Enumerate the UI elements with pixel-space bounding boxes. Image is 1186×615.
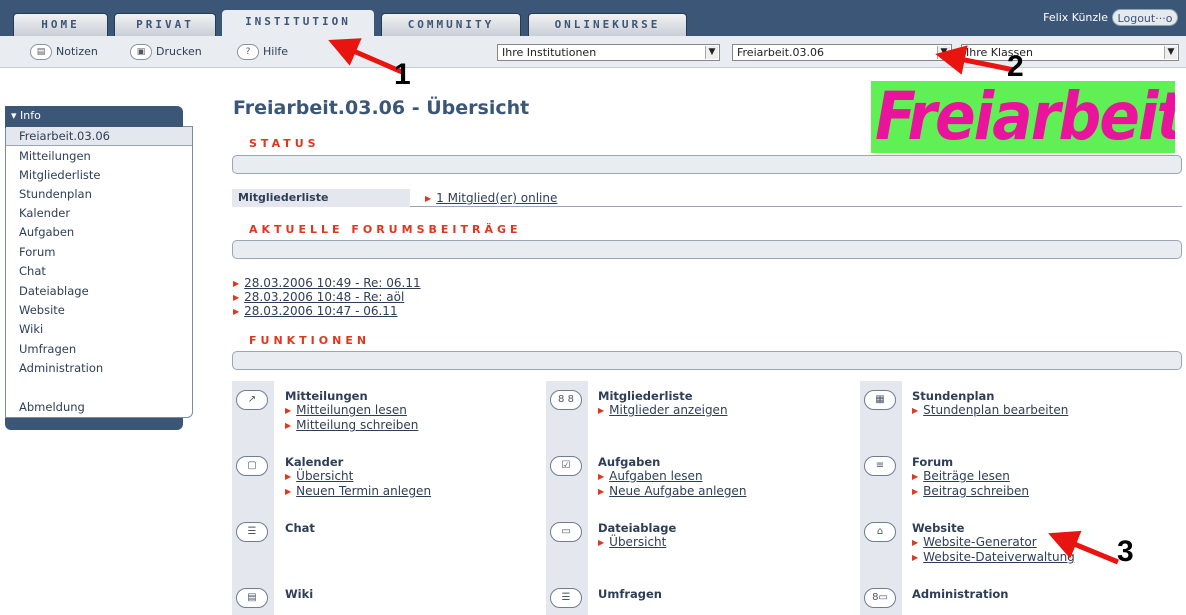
annotation-number: 2 [1007, 50, 1024, 83]
arrow-1 [328, 38, 403, 75]
arrow-3 [1048, 530, 1119, 565]
annotation-number: 1 [394, 58, 411, 91]
arrow-2 [935, 45, 1015, 75]
annotation-arrows [328, 38, 1119, 565]
annotation-number: 3 [1117, 535, 1134, 568]
